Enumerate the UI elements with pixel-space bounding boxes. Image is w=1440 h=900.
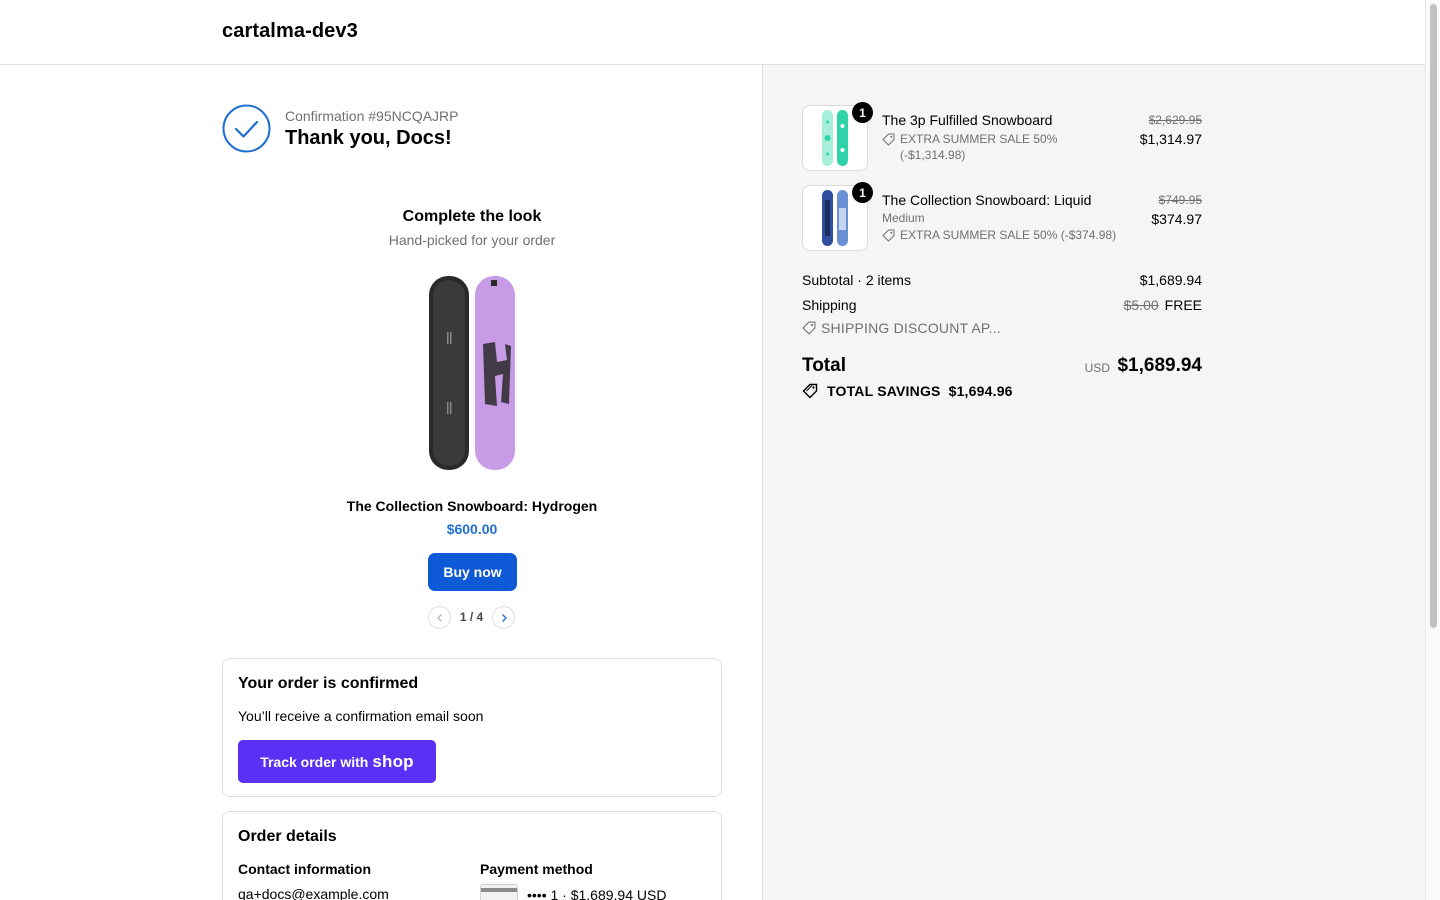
page-scrollbar[interactable] xyxy=(1425,0,1440,900)
track-order-button[interactable]: Track order with shop xyxy=(238,740,436,783)
payment-method-value: •••• 1 · $1,689.94 USD xyxy=(527,887,667,900)
scrollbar-thumb[interactable] xyxy=(1430,4,1437,628)
snowboard-hydrogen-image[interactable] xyxy=(425,274,519,472)
line-item: 1 The Collection Snowboard: Liquid Mediu… xyxy=(802,182,1202,251)
previous-product-button[interactable] xyxy=(428,606,451,629)
shipping-label: Shipping xyxy=(802,297,857,313)
line-item-original-price: $749.95 xyxy=(1158,193,1202,207)
track-order-label: Track order with xyxy=(260,753,369,770)
order-confirmed-title: Your order is confirmed xyxy=(238,675,419,692)
line-item-discount: EXTRA SUMMER SALE 50% (-$1,314.98) xyxy=(882,131,1062,163)
chevron-left-icon xyxy=(436,613,442,622)
product-thumbnail: 1 xyxy=(802,102,873,171)
thank-you-heading: Thank you, Docs! xyxy=(285,127,452,149)
upsell-product-name[interactable]: The Collection Snowboard: Hydrogen xyxy=(222,498,722,514)
confirmation-header: Confirmation #95NCQAJRP Thank you, Docs! xyxy=(222,104,722,154)
subtotal-value: $1,689.94 xyxy=(1139,272,1202,288)
buy-now-button[interactable]: Buy now xyxy=(428,553,517,591)
upsell-section: Complete the look Hand-picked for your o… xyxy=(222,207,722,629)
upsell-subtitle: Hand-picked for your order xyxy=(388,232,556,248)
line-item-title: The Collection Snowboard: Liquid xyxy=(882,192,1092,208)
pager-indicator: 1 / 4 xyxy=(459,610,484,624)
shipping-value: FREE xyxy=(1164,297,1202,313)
chevron-right-icon xyxy=(501,613,507,622)
line-item-discount: EXTRA SUMMER SALE 50% (-$374.98) xyxy=(882,227,1142,243)
total-value: $1,689.94 xyxy=(1117,355,1202,376)
tag-icon xyxy=(882,133,895,146)
payment-method-label: Payment method xyxy=(480,861,593,877)
order-confirmed-text: You’ll receive a confirmation email soon xyxy=(238,708,484,724)
confirmation-number: Confirmation #95NCQAJRP xyxy=(285,108,459,124)
tag-icon xyxy=(882,229,895,242)
line-item-discount-text: EXTRA SUMMER SALE 50% (-$1,314.98) xyxy=(900,132,1058,162)
line-item-original-price: $2,629.95 xyxy=(1148,113,1202,127)
contact-information-label: Contact information xyxy=(238,861,371,877)
total-savings-label: TOTAL SAVINGS xyxy=(827,383,941,399)
order-details-card: Order details Contact information qa+doc… xyxy=(222,811,722,900)
line-item-price: $1,314.97 xyxy=(1139,131,1202,147)
line-item-discount-text: EXTRA SUMMER SALE 50% (-$374.98) xyxy=(900,228,1117,242)
order-details-title: Order details xyxy=(238,828,337,845)
shop-logo: shop xyxy=(372,751,414,771)
total-savings: TOTAL SAVINGS $1,694.96 xyxy=(802,383,1013,399)
order-confirmed-card: Your order is confirmed You’ll receive a… xyxy=(222,658,722,797)
total-savings-value: $1,694.96 xyxy=(948,383,1013,399)
shipping-value-group: $5.00 FREE xyxy=(1124,297,1202,313)
shop-name[interactable]: cartalma-dev3 xyxy=(222,20,358,43)
upsell-title: Complete the look xyxy=(402,208,542,225)
next-product-button[interactable] xyxy=(492,606,515,629)
shipping-original-price: $5.00 xyxy=(1123,297,1159,313)
payment-card-icon xyxy=(480,884,518,900)
total-currency: USD xyxy=(1084,361,1110,375)
check-circle-icon xyxy=(222,104,271,153)
product-thumbnail: 1 xyxy=(802,182,873,251)
contact-email: qa+docs@example.com xyxy=(238,886,389,900)
savings-tag-icon xyxy=(802,383,818,399)
subtotal-label: Subtotal · 2 items xyxy=(802,272,911,288)
line-item-title: The 3p Fulfilled Snowboard xyxy=(882,112,1053,128)
line-item: 1 The 3p Fulfilled Snowboard EXTRA SUMME… xyxy=(802,102,1202,171)
tag-icon xyxy=(802,321,816,335)
total-label: Total xyxy=(802,355,846,376)
quantity-badge: 1 xyxy=(852,182,873,203)
quantity-badge: 1 xyxy=(852,102,873,123)
shipping-discount: SHIPPING DISCOUNT AP... xyxy=(802,320,1001,336)
shipping-discount-text: SHIPPING DISCOUNT AP... xyxy=(821,320,1001,336)
upsell-pager: 1 / 4 xyxy=(428,606,517,630)
line-item-price: $374.97 xyxy=(1151,211,1202,227)
upsell-product-price: $600.00 xyxy=(446,521,498,537)
line-item-variant: Medium xyxy=(882,211,925,225)
header: cartalma-dev3 xyxy=(0,0,1425,65)
